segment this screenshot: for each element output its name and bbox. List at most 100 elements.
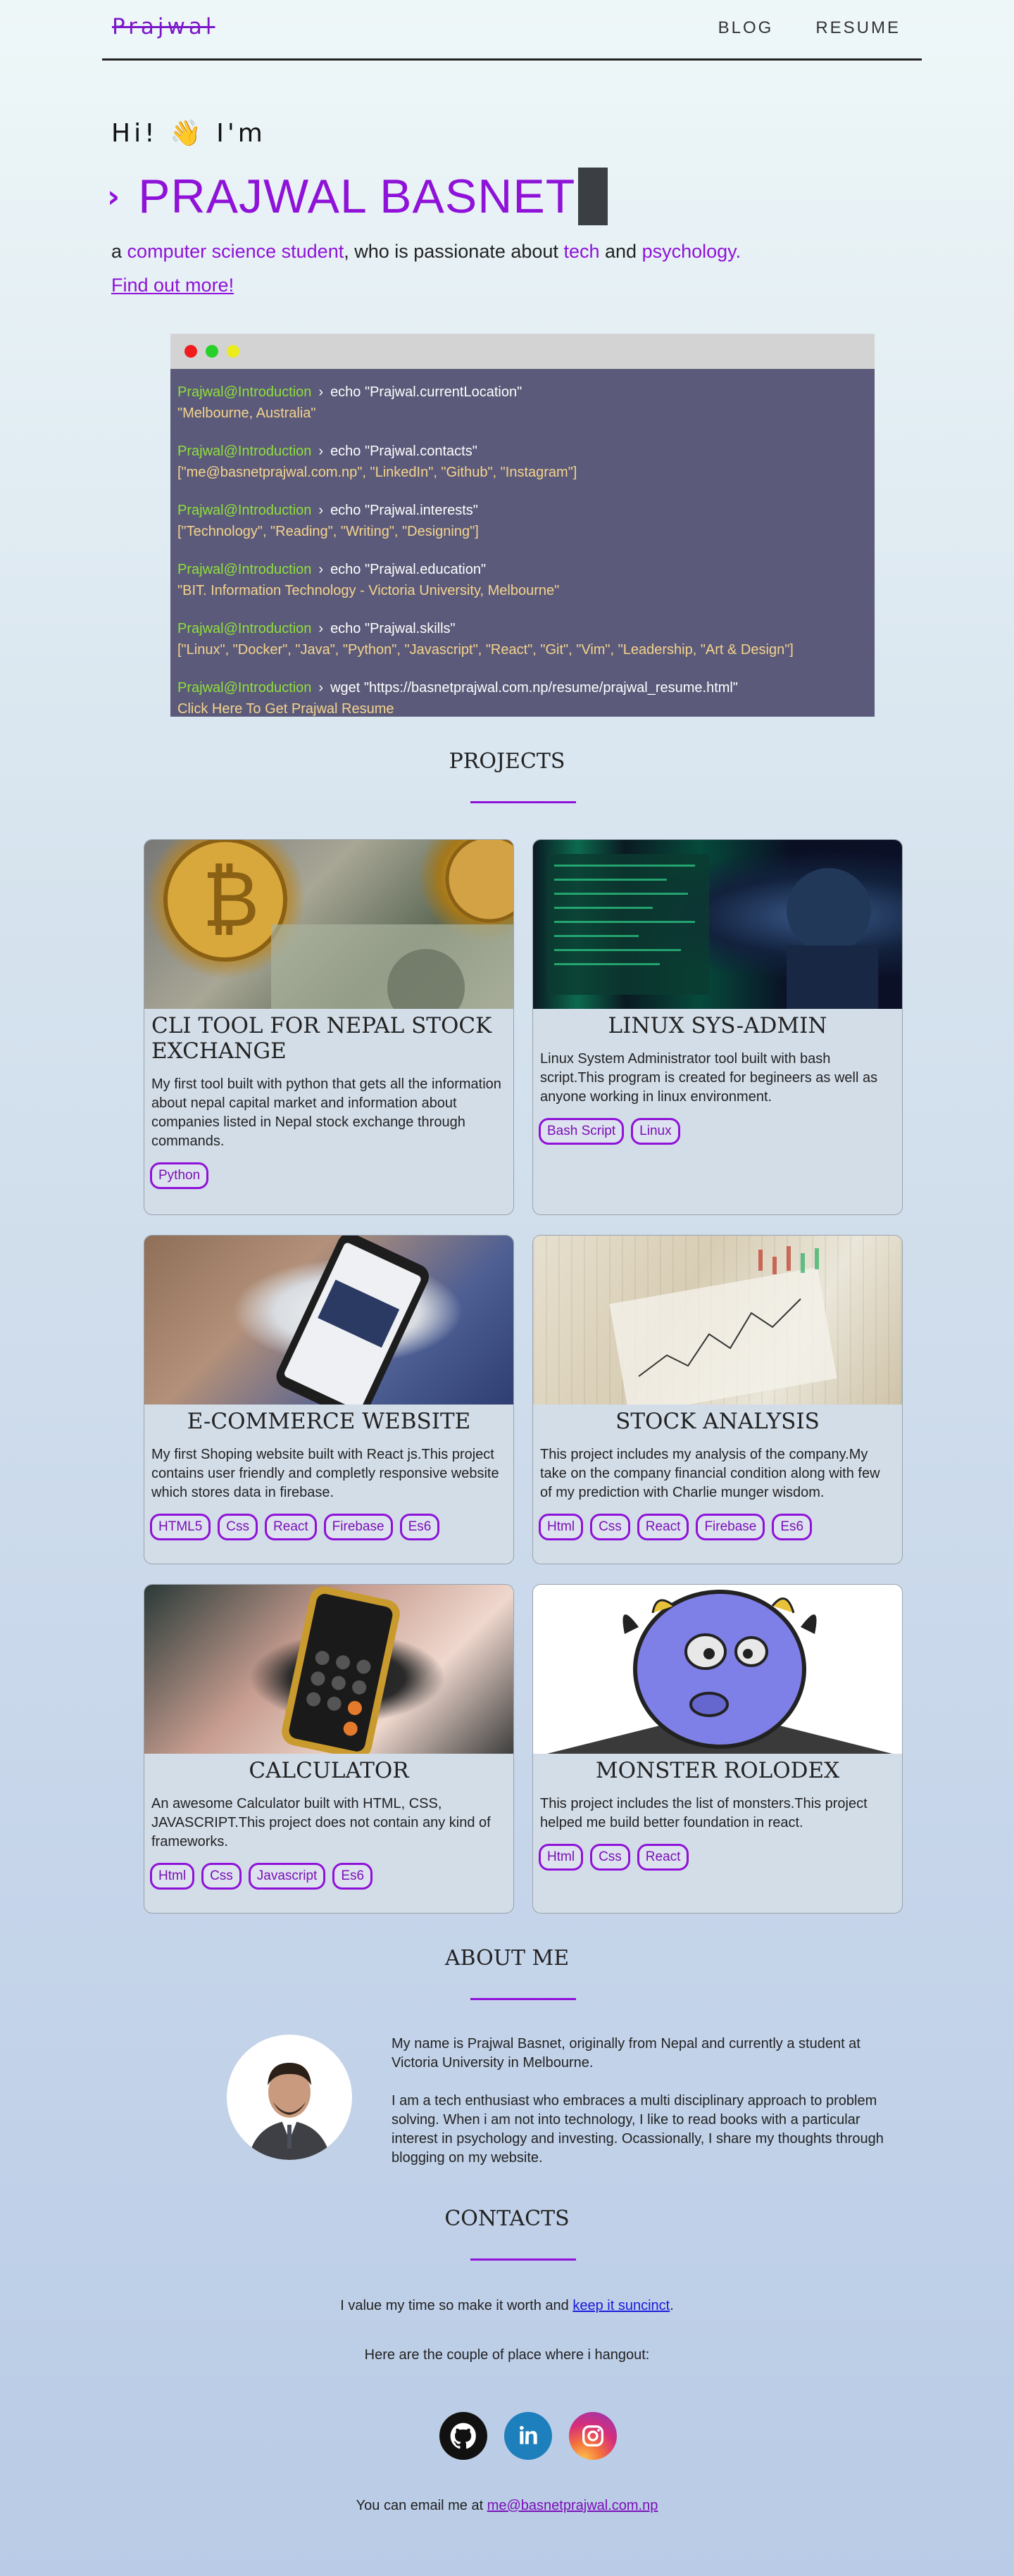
hero-name-row: › PRAJWAL BASNET [107,166,608,227]
prompt-arrow-icon: › [318,444,324,459]
resume-download-link[interactable]: Click Here To Get Prajwal Resume [177,701,394,717]
terminal-user: Prajwal@Introduction [177,503,312,518]
prompt-arrow-icon: › [318,384,324,400]
tech-tag: Es6 [332,1863,373,1890]
project-description: This project includes the list of monste… [540,1796,868,1830]
typing-cursor [578,168,608,225]
project-tags: Python [144,1162,513,1189]
instagram-icon[interactable] [569,2412,617,2460]
github-icon[interactable] [439,2412,487,2460]
terminal-entry: Prajwal@Introduction › wget "https://basne… [177,677,868,720]
project-card-monster-rolodex[interactable]: MONSTER ROLODEX This project includes th… [532,1584,903,1914]
project-card-linux-sysadmin[interactable]: LINUX SYS-ADMIN Linux System Administrat… [532,839,903,1215]
terminal-user: Prajwal@Introduction [177,444,312,459]
tech-tag: Linux [631,1118,680,1145]
project-tags: HTML5 Css React Firebase Es6 [144,1514,513,1540]
about-paragraph: I am a tech enthusiast who embraces a mu… [392,2093,884,2166]
tech-tag: Bash Script [539,1118,625,1145]
linkedin-icon[interactable] [504,2412,552,2460]
project-card-ecommerce[interactable]: E-COMMERCE WEBSITE My first Shoping webs… [144,1235,514,1564]
terminal-titlebar [170,334,875,369]
tech-tag: Css [590,1844,630,1871]
nav-links: BLOG RESUME [718,18,901,38]
intro-highlight-tech: tech [563,241,600,262]
terminal-command: echo "Prajwal.education" [330,562,487,577]
email-line: You can email me at me@basnetprajwal.com… [0,2498,1014,2514]
terminal-user: Prajwal@Introduction [177,680,312,696]
terminal-command: echo "Prajwal.skills" [330,621,456,636]
project-tags: Html Css React [533,1844,902,1871]
terminal-entry: Prajwal@Introduction › echo "Prajwal.inter… [177,500,868,542]
terminal-command: echo "Prajwal.currentLocation" [330,384,522,400]
tech-tag: React [637,1514,689,1540]
terminal-entry: Prajwal@Introduction › echo "Prajwal.curre… [177,382,868,424]
tech-tag: Css [590,1514,630,1540]
about-text: My name is Prajwal Basnet, originally fr… [392,2035,899,2187]
find-out-more-link[interactable]: Find out more! [111,275,234,296]
project-image-hacker [533,840,902,1009]
intro-text: , who is passionate about [344,241,558,262]
keep-it-succinct-link[interactable]: keep it suncinct [572,2298,670,2313]
intro-highlight-psychology: psychology. [641,241,741,262]
contacts-heading: CONTACTS [444,2206,570,2231]
about-paragraph: My name is Prajwal Basnet, originally fr… [392,2036,860,2071]
hero-greeting: Hi! 👋 I'm [111,119,266,148]
maximize-dot-icon [206,345,218,358]
svg-text:₿: ₿ [202,854,259,944]
contacts-text: You can email me at [356,2498,484,2513]
terminal-command: echo "Prajwal.interests" [330,503,478,518]
tech-tag: Html [539,1514,584,1540]
tech-tag: Es6 [772,1514,813,1540]
hangout-line: Here are the couple of place where i han… [364,2347,650,2363]
contacts-text: . [670,2298,674,2313]
terminal-command: echo "Prajwal.contacts" [330,444,477,459]
project-card-nepse-cli[interactable]: ₿ CLI TOOL FOR NEPAL STOCK EXCHANGE My f… [144,839,514,1215]
stock-chart-icon [609,1246,837,1405]
monster-icon [547,1590,892,1754]
minimize-dot-icon [227,345,239,358]
project-card-stock-analysis[interactable]: STOCK ANALYSIS This project includes my … [532,1235,903,1564]
contacts-heading-rule [470,2258,576,2261]
tech-tag: Html [150,1863,195,1890]
projects-heading-rule [470,801,576,803]
project-description: An awesome Calculator built with HTML, C… [151,1796,491,1849]
site-logo[interactable]: Prajwal [112,14,215,39]
project-description: My first Shoping website built with Reac… [151,1447,499,1500]
terminal-entry: Prajwal@Introduction › echo "Prajwal.conta… [177,441,868,483]
email-link[interactable]: me@basnetprajwal.com.np [487,2498,658,2513]
projects-heading: PROJECTS [449,749,565,774]
project-title: LINUX SYS-ADMIN [608,1013,827,1038]
prompt-arrow-icon: › [318,562,324,577]
intro-text: and [605,241,637,262]
terminal-user: Prajwal@Introduction [177,562,312,577]
nav-resume-link[interactable]: RESUME [815,18,901,38]
project-card-calculator[interactable]: CALCULATOR An awesome Calculator built w… [144,1584,514,1914]
prompt-arrow-icon: › [318,621,324,636]
terminal-output: ["Linux", "Docker", "Java", "Python", "J… [177,642,794,658]
tech-tag: Javascript [248,1863,326,1890]
project-description: Linux System Administrator tool built wi… [540,1051,878,1105]
prompt-chevron-icon: › [107,178,120,215]
prompt-arrow-icon: › [318,503,324,518]
tech-tag: React [637,1844,689,1871]
tech-tag: React [265,1514,317,1540]
close-dot-icon [184,345,197,358]
calculator-icon [282,1586,400,1754]
project-image-calculator [144,1585,513,1754]
about-heading: ABOUT ME [444,1946,570,1971]
tech-tag: Python [150,1162,209,1189]
nav-blog-link[interactable]: BLOG [718,18,774,38]
terminal-user: Prajwal@Introduction [177,621,312,636]
project-description: My first tool built with python that get… [151,1076,501,1149]
terminal-output: ["me@basnetprajwal.com.np", "LinkedIn", … [177,465,577,480]
terminal-output: ["Technology", "Reading", "Writing", "De… [177,524,479,539]
avatar [227,2035,352,2160]
computer-screen-icon [547,854,878,1009]
project-title: MONSTER ROLODEX [595,1758,840,1783]
terminal-output: "Melbourne, Australia" [177,406,316,421]
project-tags: Html Css Javascript Es6 [144,1863,513,1890]
hero-intro: a computer science student, who is passi… [111,241,741,263]
terminal-user: Prajwal@Introduction [177,384,312,400]
terminal-output: "BIT. Information Technology - Victoria … [177,583,560,598]
top-nav: Prajwal BLOG RESUME [102,0,922,61]
